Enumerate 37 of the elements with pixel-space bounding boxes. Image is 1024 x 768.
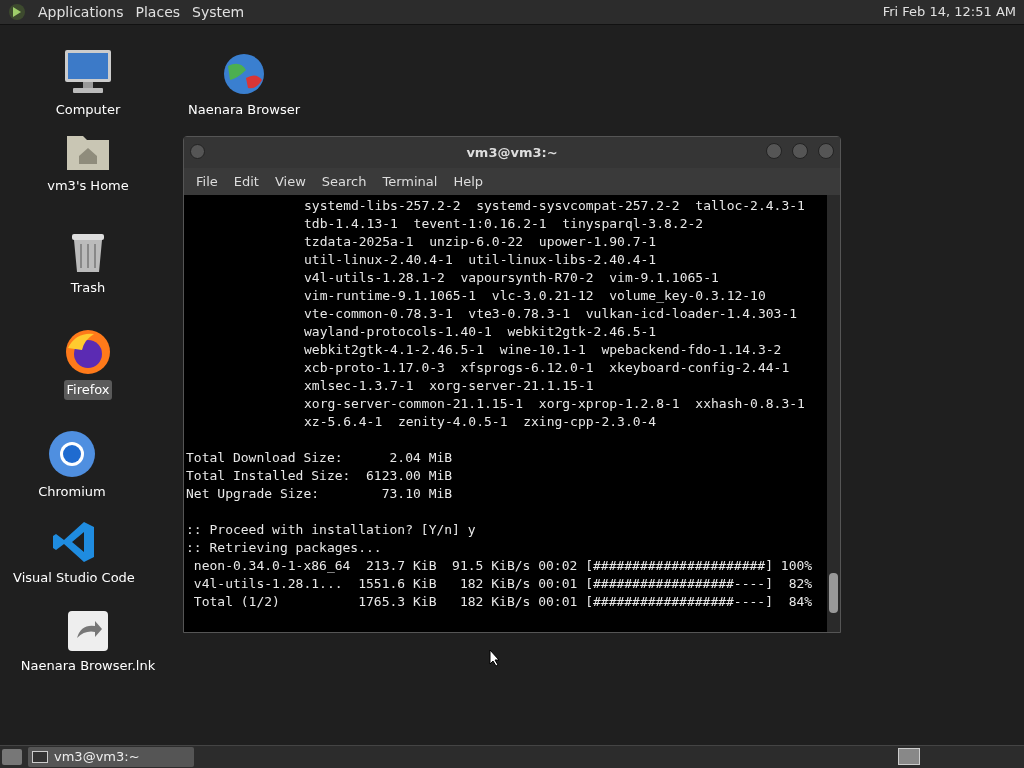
menu-item[interactable]: Edit [227, 171, 265, 192]
desktop-icon-label[interactable]: Computer [53, 100, 123, 120]
window-button[interactable] [190, 144, 205, 159]
shortcut-icon [67, 610, 109, 652]
globe-icon [222, 52, 266, 96]
terminal-output: systemd-libs-257.2-2 systemd-sysvcompat-257.2-2 talloc-2.4.3-1 tdb-1.4.13-1 tevent-1:0.16.2-1 tinysparql-3.8.2-2 tzdata-2025a-1 unzip-6.0-22 upower-1.90.7-1 util-linux-2.40.4-1 util-linux-libs-2.40.4-1 v4l-utils-1.28.1-2 vapoursynth-R70-2 vim-9.1.1065-1 vim-runtime-9.1.1065-1 vlc-3.0.21-12 volume_key-0.3.12-10 vte-common-0.78.3-1 vte3-0.78.3-1 vulkan-icd-loader-1.4.303-1 wayland-protocols-1.40-1 webkit2gtk-2.46.5-1 webkit2gtk-4.1-2.46.5-1 wine-10.1-1 wpebackend-fdo-1.14.3-2 xcb-proto-1.17.0-3 xfsprogs-6.12.0-1 xkeyboard-config-2.44-1 xmlsec-1.3.7-1 xorg-server-21.1.15-1 xorg-server-common-21.1.15-1 xorg-xprop-1.2.8-1 xxhash-0.8.3-1 xz-5.6.4-1 zenity-4.0.5-1 zxing-cpp-2.3.0-4 Total Download Size: 2.04 MiB Total Installed Size: 6123.00 MiB Net Upgrade Size: 73.10 MiB :: Proceed with installation? [Y/n] y :: Retrieving packages... neon-0.34.0-1-x86_64 213.7 KiB 91.5 KiB/s 00:02 [######################] 100% v4l-utils-1.28.1... 1551.6 KiB 182 KiB/s 00:01 [##################----] 82% Total (1/2) 1765.3 KiB 182 KiB/s 00:01 [##################----] 84% [185, 197, 814, 611]
maximize-button[interactable] [792, 143, 808, 159]
taskbar-button[interactable]: vm3@vm3:~ [28, 747, 194, 767]
clock[interactable]: Fri Feb 14, 12:51 AM [882, 2, 1016, 22]
window-title: vm3@vm3:~ [466, 143, 558, 162]
menu-item[interactable]: Help [447, 171, 490, 192]
menu-item[interactable]: Search [315, 171, 373, 192]
show-desktop-icon[interactable] [2, 749, 22, 765]
desktop-icon-label[interactable]: Trash [68, 278, 108, 298]
close-button[interactable] [818, 143, 834, 159]
desktop-icon-label[interactable]: Visual Studio Code [11, 568, 137, 588]
desktop-icon-label[interactable]: Firefox [64, 380, 112, 400]
app-menu-icon[interactable] [8, 3, 26, 21]
code-editor-icon [52, 520, 96, 564]
scrollbar[interactable] [827, 195, 840, 632]
panel-menu[interactable]: Applications [38, 1, 124, 23]
desktop-icon-label[interactable]: vm3's Home [45, 176, 131, 196]
menu-item[interactable]: File [190, 171, 224, 192]
panel-menu[interactable]: Places [135, 1, 181, 23]
computer-icon [63, 48, 113, 96]
mouse-pointer-icon [489, 649, 501, 667]
menu-item[interactable]: Terminal [376, 171, 444, 192]
desktop-icon-label[interactable]: Naenara Browser.lnk [18, 656, 158, 676]
firefox-icon [64, 328, 112, 376]
workspace-switcher[interactable] [898, 748, 920, 765]
minimize-button[interactable] [766, 143, 782, 159]
desktop-icon-label[interactable]: Chromium [36, 482, 108, 502]
panel-menu[interactable]: System [192, 1, 245, 23]
menu-item[interactable]: View [268, 171, 312, 192]
terminal-icon [32, 751, 48, 763]
chromium-icon [48, 430, 96, 478]
desktop-icon-label[interactable]: Naenara Browser [186, 100, 302, 120]
